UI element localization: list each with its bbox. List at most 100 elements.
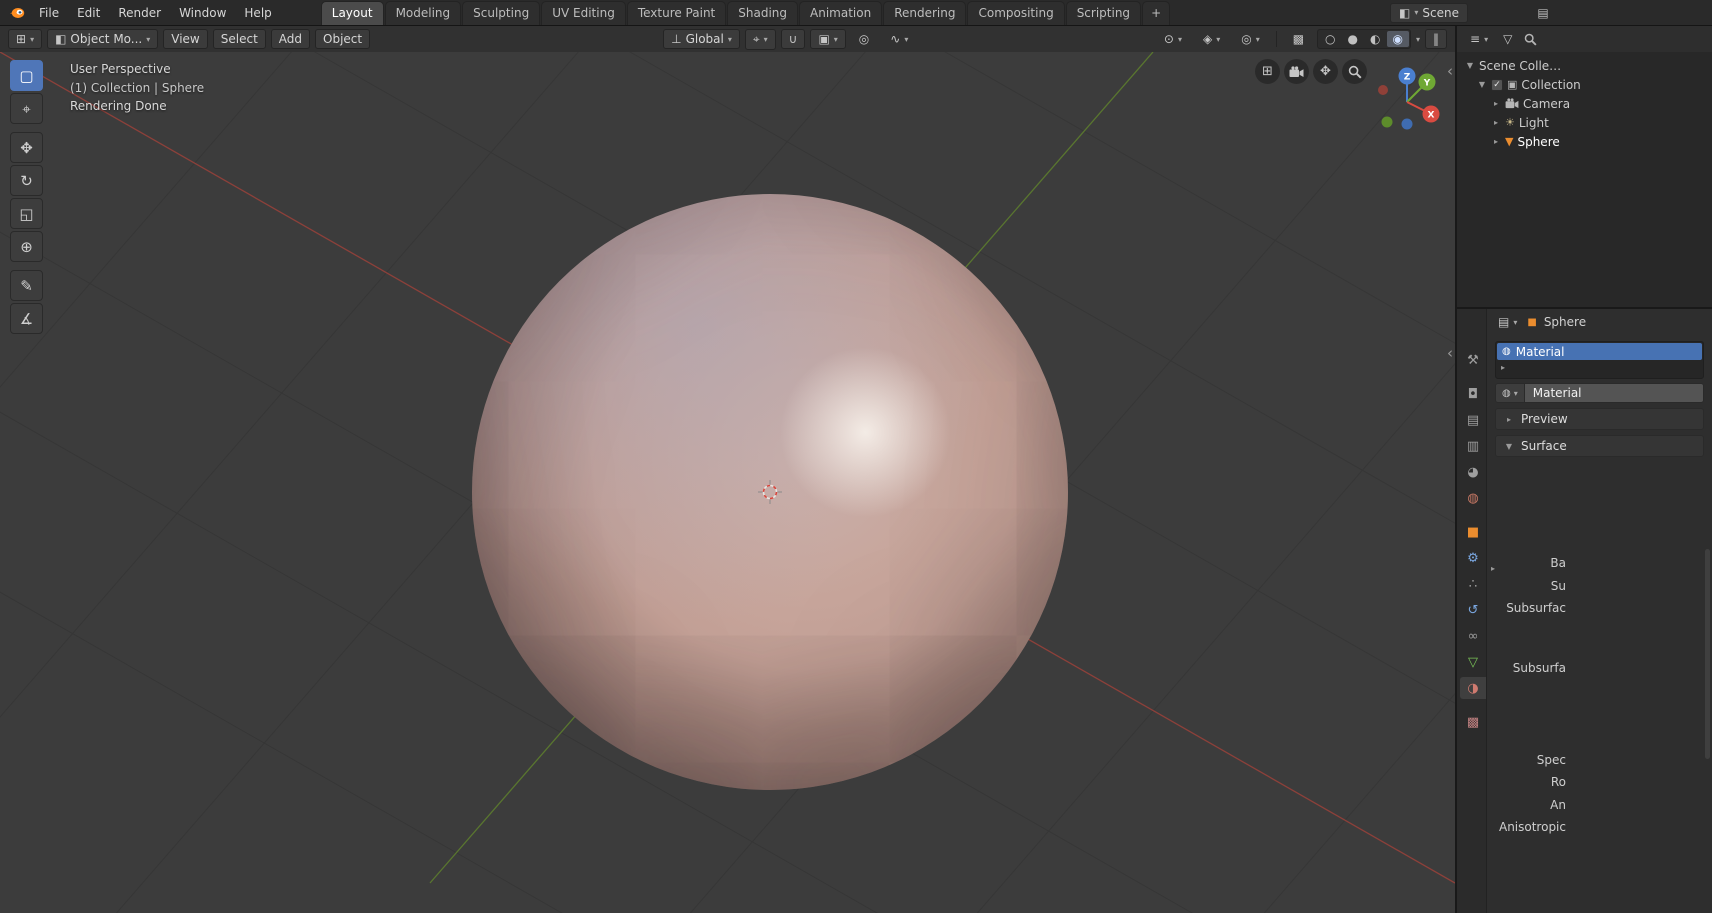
outliner-row-light[interactable]: ▸ ☀ Light	[1457, 113, 1712, 132]
tab-particles[interactable]: ∴	[1460, 573, 1486, 595]
material-name-field[interactable]: Material	[1525, 383, 1704, 403]
rotate-tool[interactable]: ↻	[10, 165, 43, 196]
mode-dropdown[interactable]: ◧ Object Mo... ▾	[47, 29, 158, 49]
properties-editor-type-button[interactable]: ▤ ▾	[1495, 312, 1520, 332]
pivot-point-dropdown[interactable]: ⌖ ▾	[745, 29, 776, 50]
falloff-dropdown[interactable]: ∿ ▾	[882, 29, 916, 49]
menu-add[interactable]: Add	[271, 29, 310, 49]
region-collapse-chevron[interactable]: ‹	[1447, 348, 1453, 358]
outliner-row-camera[interactable]: ▸ Camera	[1457, 94, 1712, 113]
menu-object[interactable]: Object	[315, 29, 370, 49]
shading-wireframe-button[interactable]: ○	[1319, 31, 1341, 47]
pan-view-button[interactable]: ✥	[1313, 59, 1338, 84]
tab-output[interactable]: ▤	[1460, 409, 1486, 431]
workspace-tab-animation[interactable]: Animation	[799, 1, 882, 25]
scene-selector[interactable]: ◧ ▾ Scene	[1390, 3, 1468, 23]
axis-neg-x-ball[interactable]	[1378, 85, 1388, 95]
workspace-tab-shading[interactable]: Shading	[727, 1, 798, 25]
collection-checkbox[interactable]: ✓	[1491, 79, 1503, 91]
outliner-row-sphere[interactable]: ▸ ▼ Sphere	[1457, 132, 1712, 151]
tab-texture[interactable]: ▩	[1460, 711, 1486, 733]
material-slot-item[interactable]: ◍ Material	[1497, 343, 1702, 360]
measure-tool[interactable]: ∡	[10, 303, 43, 334]
tab-object-data[interactable]: ▽	[1460, 651, 1486, 673]
zoom-view-button[interactable]	[1342, 59, 1367, 84]
camera-view-button[interactable]	[1284, 59, 1309, 84]
tab-world[interactable]: ◍	[1460, 487, 1486, 509]
3d-viewport[interactable]: ▢ ⌖ ✥ ↻ ◱ ⊕ ✎ ∡ User Perspective (1) Col…	[0, 52, 1455, 913]
menu-edit[interactable]: Edit	[68, 3, 109, 23]
snap-settings-dropdown[interactable]: ▣ ▾	[810, 29, 845, 49]
material-slot-list[interactable]: ◍ Material ▸	[1495, 341, 1704, 379]
perspective-grid-button[interactable]: ⊞	[1255, 59, 1280, 84]
gizmos-dropdown[interactable]: ◈ ▾	[1195, 29, 1228, 49]
menu-file[interactable]: File	[30, 3, 68, 23]
outliner-editor-type-button[interactable]: ≡ ▾	[1467, 29, 1491, 49]
properties-scrollbar[interactable]	[1705, 549, 1710, 759]
tab-scene[interactable]: ◕	[1460, 461, 1486, 483]
add-workspace-button[interactable]: +	[1142, 1, 1170, 25]
workspace-tab-texture-paint[interactable]: Texture Paint	[627, 1, 726, 25]
disclosure-open-icon[interactable]: ▼	[1477, 80, 1487, 89]
tab-object[interactable]: ■	[1460, 521, 1486, 543]
disclosure-open-icon[interactable]: ▼	[1465, 61, 1475, 70]
workspace-tab-compositing[interactable]: Compositing	[967, 1, 1064, 25]
blender-logo-icon[interactable]	[8, 5, 26, 21]
navigation-gizmo[interactable]: Z Y X	[1365, 56, 1449, 140]
orientation-dropdown[interactable]: ⊥ Global ▾	[663, 29, 740, 49]
menu-window[interactable]: Window	[170, 3, 235, 23]
workspace-tab-layout[interactable]: Layout	[321, 1, 384, 25]
disclosure-closed-icon[interactable]: ▸	[1491, 99, 1501, 108]
outliner-row-collection[interactable]: ▼ ✓ ▣ Collection	[1457, 75, 1712, 94]
overlays-dropdown[interactable]: ◎ ▾	[1233, 29, 1268, 49]
shading-rendered-button[interactable]: ◉	[1387, 31, 1409, 47]
3d-cursor[interactable]	[758, 480, 782, 504]
snap-toggle[interactable]: ∪	[781, 29, 806, 49]
tab-view-layer[interactable]: ▥	[1460, 435, 1486, 457]
slot-expander-icon[interactable]: ▸	[1497, 360, 1702, 372]
xray-toggle[interactable]: ▩	[1285, 29, 1312, 49]
mesh-data-icon: ▽	[1468, 655, 1478, 670]
move-tool[interactable]: ✥	[10, 132, 43, 163]
disclosure-closed-icon[interactable]: ▸	[1491, 118, 1501, 127]
transform-tool[interactable]: ⊕	[10, 231, 43, 262]
browse-material-button[interactable]: ◍ ▾	[1495, 383, 1525, 403]
axis-neg-z-ball[interactable]	[1402, 119, 1413, 130]
tab-material[interactable]: ◑	[1460, 677, 1486, 699]
shading-material-button[interactable]: ◐	[1364, 31, 1386, 47]
view-layer-icon[interactable]: ▤	[1532, 6, 1554, 20]
editor-type-button[interactable]: ⊞ ▾	[8, 29, 42, 49]
shading-options-dropdown[interactable]: ▾	[1416, 35, 1420, 44]
menu-render[interactable]: Render	[109, 3, 170, 23]
outliner-row-scene-collection[interactable]: ▼ Scene Collection	[1457, 56, 1712, 75]
tab-render[interactable]: ◘	[1460, 383, 1486, 405]
filter-icon[interactable]: ▽	[1503, 32, 1512, 46]
region-collapse-chevron[interactable]: ‹	[1447, 66, 1453, 76]
annotate-tool[interactable]: ✎	[10, 270, 43, 301]
surface-panel-header[interactable]: ▼ Surface	[1495, 435, 1704, 457]
search-icon[interactable]	[1524, 33, 1537, 46]
shading-solid-button[interactable]: ●	[1342, 31, 1364, 47]
workspace-tab-scripting[interactable]: Scripting	[1066, 1, 1141, 25]
menu-view[interactable]: View	[163, 29, 207, 49]
select-box-tool[interactable]: ▢	[10, 60, 43, 91]
workspace-tab-sculpting[interactable]: Sculpting	[462, 1, 540, 25]
tab-tool[interactable]: ⚒	[1460, 349, 1486, 371]
visibility-dropdown[interactable]: ⊙ ▾	[1156, 29, 1190, 49]
disclosure-closed-icon[interactable]: ▸	[1491, 137, 1501, 146]
workspace-tab-modeling[interactable]: Modeling	[385, 1, 462, 25]
tab-modifiers[interactable]: ⚙	[1460, 547, 1486, 569]
menu-select[interactable]: Select	[213, 29, 266, 49]
scale-tool[interactable]: ◱	[10, 198, 43, 229]
pause-render-button[interactable]: ‖	[1425, 29, 1447, 49]
tab-constraints[interactable]: ∞	[1460, 625, 1486, 647]
menu-help[interactable]: Help	[235, 3, 280, 23]
axis-neg-y-ball[interactable]	[1382, 117, 1393, 128]
preview-panel-header[interactable]: ▸ Preview	[1495, 408, 1704, 430]
workspace-tab-uv-editing[interactable]: UV Editing	[541, 1, 626, 25]
proportional-editing-toggle[interactable]: ◎	[851, 29, 877, 49]
cursor-tool[interactable]: ⌖	[10, 93, 43, 124]
tab-physics[interactable]: ↺	[1460, 599, 1486, 621]
workspace-tab-rendering[interactable]: Rendering	[883, 1, 966, 25]
cursor-icon: ⌖	[22, 100, 30, 118]
